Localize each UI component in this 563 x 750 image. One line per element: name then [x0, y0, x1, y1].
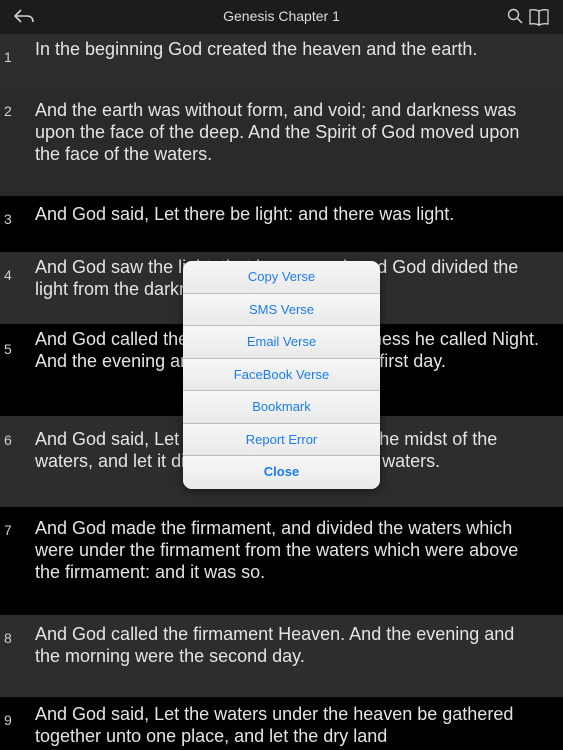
verse-text: And God said, Let the waters under the h… — [35, 704, 514, 746]
verse-text: And God made the firmament, and divided … — [35, 518, 519, 582]
verse-number: 8 — [4, 630, 12, 646]
verse-number: 9 — [4, 712, 12, 728]
verse-row[interactable]: 2 And the earth was without form, and vo… — [0, 88, 563, 196]
verse-action-menu: Copy Verse SMS Verse Email Verse FaceBoo… — [183, 261, 380, 489]
verse-row[interactable]: 7 And God made the firmament, and divide… — [0, 507, 563, 615]
report-error-button[interactable]: Report Error — [183, 423, 380, 456]
verse-number: 6 — [4, 432, 12, 448]
verse-number: 2 — [4, 103, 12, 119]
verse-text: And God said, Let there be light: and th… — [35, 204, 455, 224]
bookmark-button[interactable]: Bookmark — [183, 391, 380, 424]
verse-row[interactable]: 1 In the beginning God created the heave… — [0, 34, 563, 88]
verse-text: And the earth was without form, and void… — [35, 100, 520, 164]
close-button[interactable]: Close — [183, 456, 380, 489]
verse-text: In the beginning God created the heaven … — [35, 39, 478, 59]
email-verse-button[interactable]: Email Verse — [183, 326, 380, 359]
verse-row[interactable]: 9 And God said, Let the waters under the… — [0, 697, 563, 750]
page-title: Genesis Chapter 1 — [223, 8, 340, 24]
verse-number: 7 — [4, 522, 12, 538]
verse-row[interactable]: 3 And God said, Let there be light: and … — [0, 196, 563, 252]
facebook-verse-button[interactable]: FaceBook Verse — [183, 358, 380, 391]
copy-verse-button[interactable]: Copy Verse — [183, 261, 380, 294]
verse-number: 5 — [4, 341, 12, 357]
verse-number: 1 — [4, 49, 12, 65]
search-icon[interactable] — [506, 7, 524, 25]
navbar: Genesis Chapter 1 — [0, 0, 563, 34]
sms-verse-button[interactable]: SMS Verse — [183, 293, 380, 326]
verse-row[interactable]: 8 And God called the firmament Heaven. A… — [0, 615, 563, 697]
verse-text: And God called the firmament Heaven. And… — [35, 624, 515, 666]
book-icon[interactable] — [528, 6, 550, 28]
verse-number: 4 — [4, 267, 12, 283]
verse-number: 3 — [4, 211, 12, 227]
